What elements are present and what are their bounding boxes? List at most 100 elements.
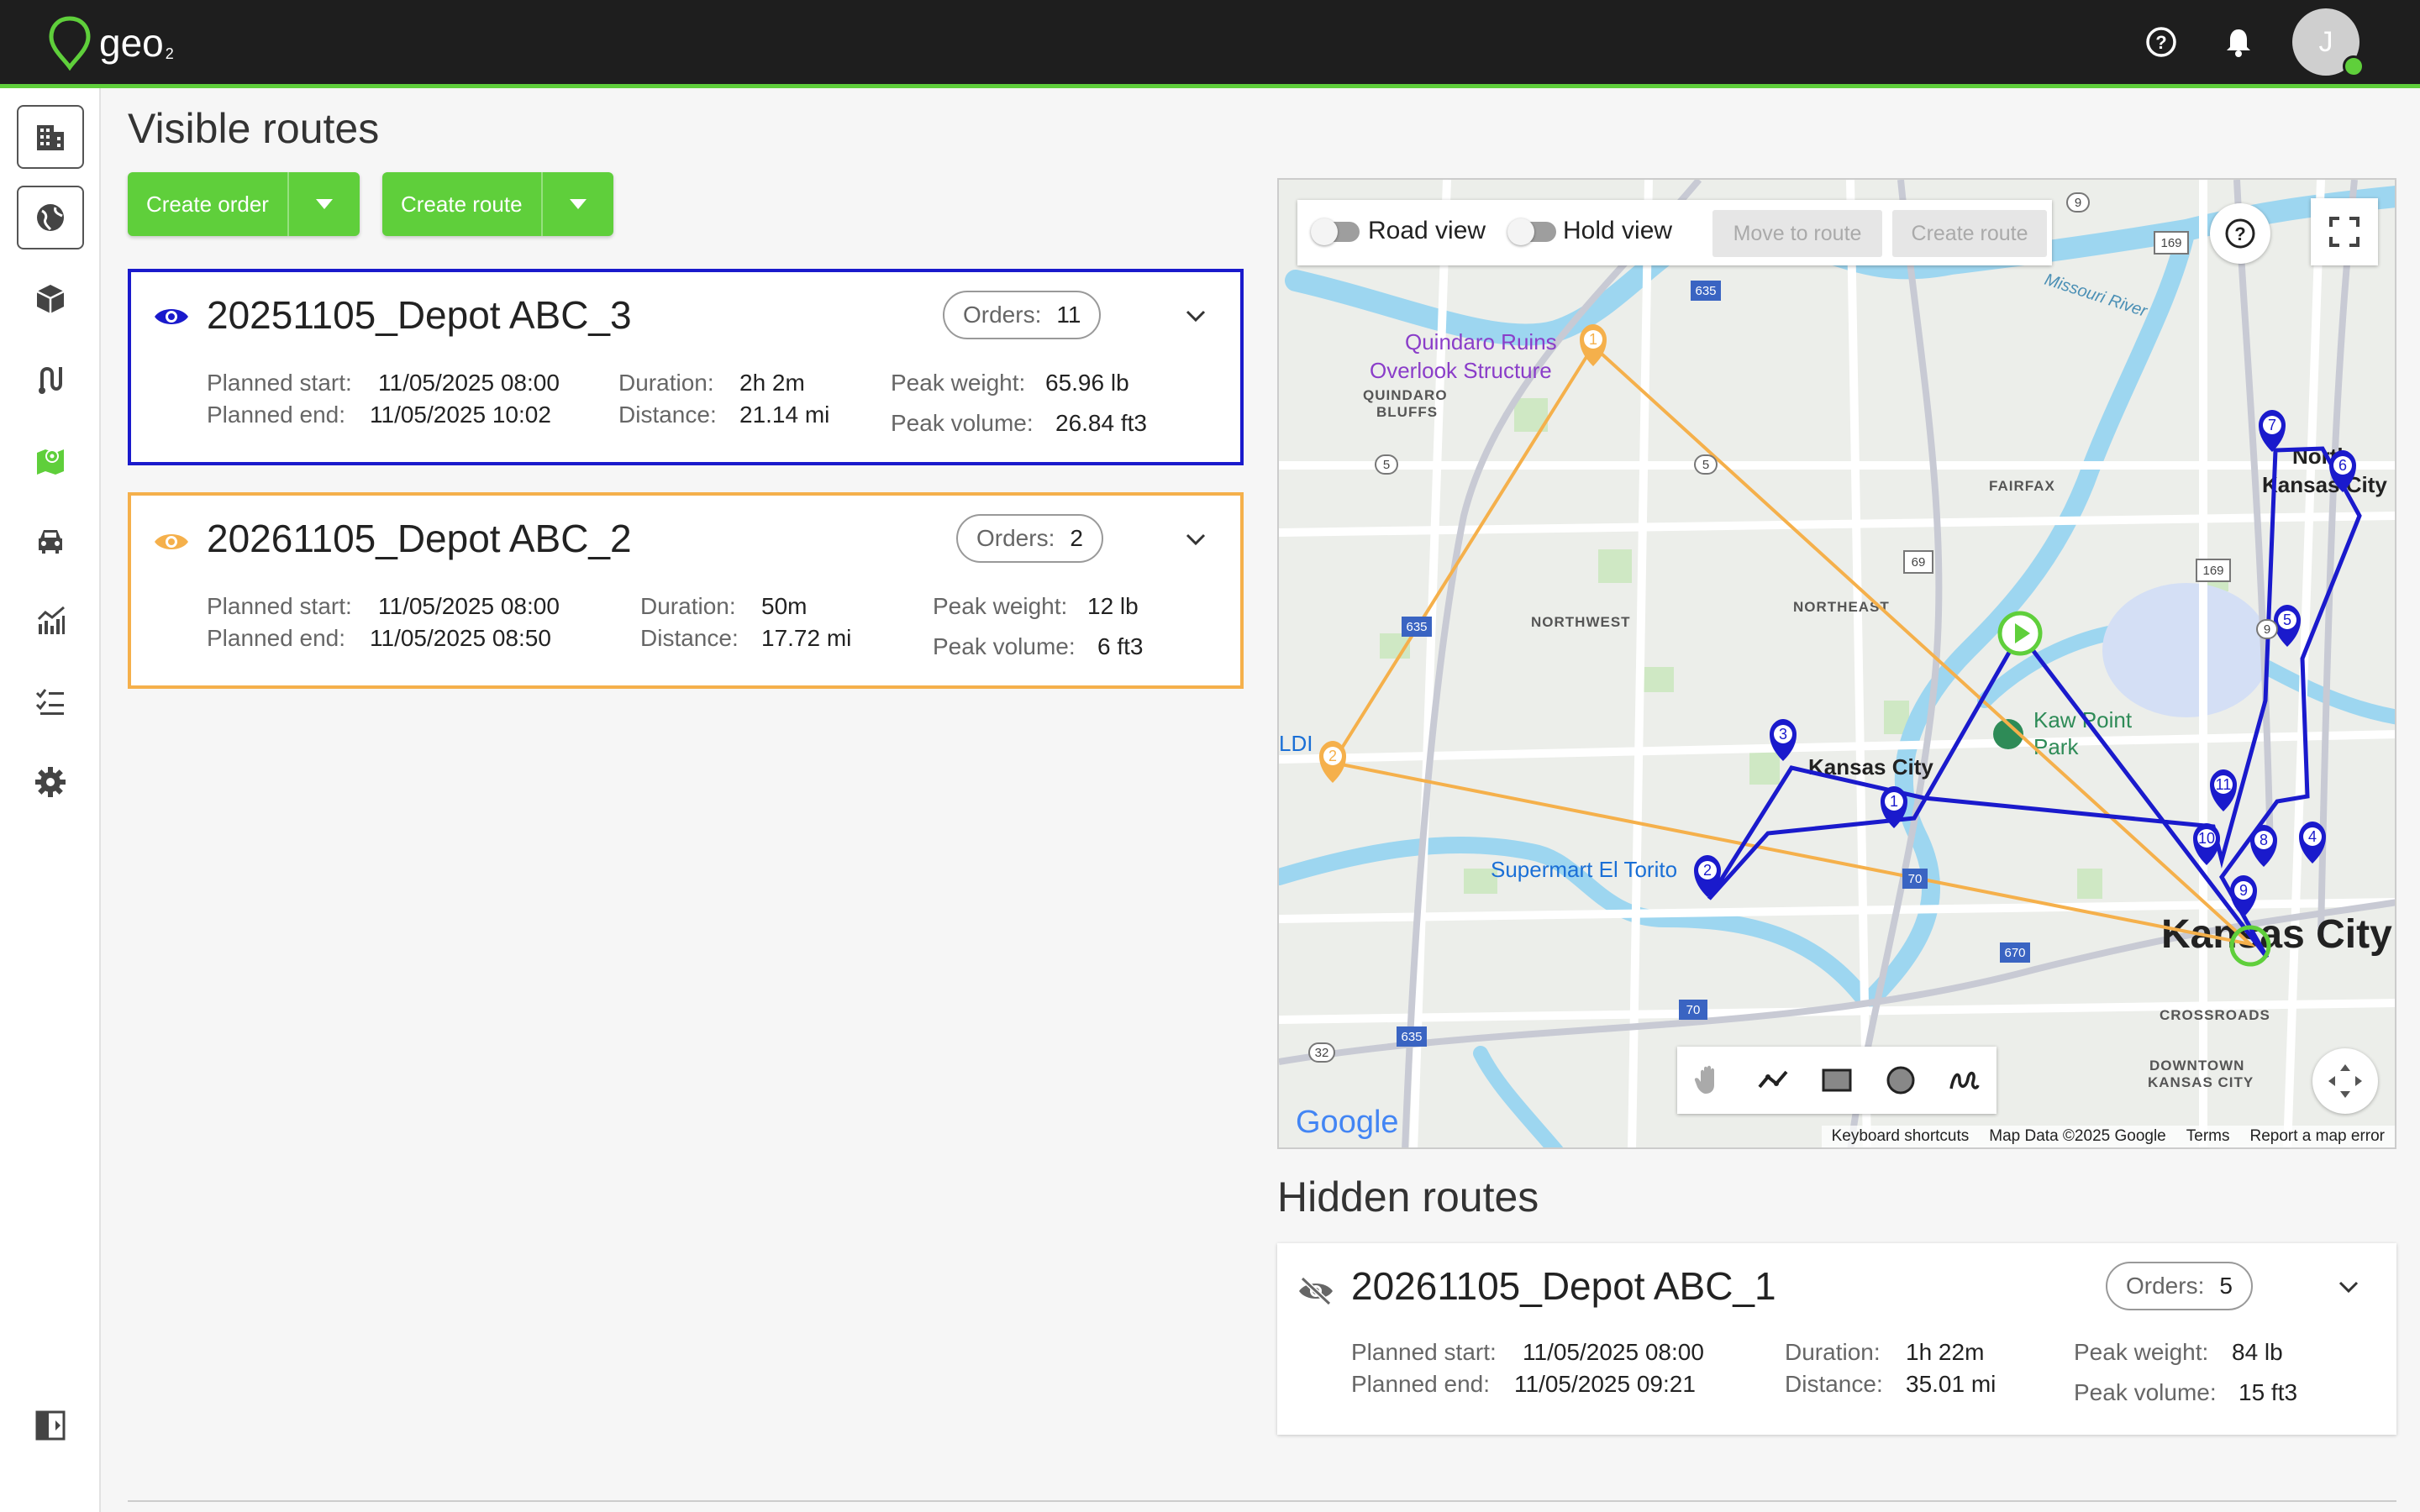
bell-icon[interactable]	[2217, 20, 2260, 64]
visible-routes-title: Visible routes	[128, 105, 380, 152]
map-help-button[interactable]: ?	[2210, 203, 2270, 264]
circle-tool[interactable]	[1869, 1047, 1933, 1114]
airport-area	[2102, 583, 2270, 717]
eye-off-icon[interactable]	[1297, 1277, 1334, 1305]
route-map[interactable]: QUINDARO BLUFFS FAIRFAX NORTHWEST NORTHE…	[1277, 178, 2396, 1149]
eye-icon[interactable]	[153, 529, 190, 554]
chevron-down-icon[interactable]	[1185, 533, 1207, 546]
svg-text:70: 70	[1686, 1003, 1701, 1017]
location-pin-icon	[49, 16, 91, 71]
caret-down-icon	[315, 199, 333, 209]
create-route-dropdown[interactable]	[543, 172, 613, 236]
peak-weight-value: 65.96 lb	[1045, 370, 1129, 396]
duration-label: Duration:	[640, 593, 736, 619]
sidebar-item-vehicles[interactable]	[17, 508, 84, 572]
circle-icon	[1886, 1066, 1915, 1095]
duration-value: 50m	[761, 593, 808, 619]
chevron-down-icon[interactable]	[1185, 309, 1207, 323]
map-marker[interactable]: 11	[2210, 769, 2237, 811]
map-label-downtown: DOWNTOWN	[2149, 1058, 2244, 1074]
eye-icon[interactable]	[153, 304, 190, 329]
map-data-text: Map Data ©2025 Google	[1989, 1127, 2166, 1145]
svg-text:1: 1	[1890, 793, 1898, 810]
map-create-route-button[interactable]: Create route	[1892, 210, 2047, 257]
map-marker[interactable]: 10	[2193, 823, 2220, 865]
svg-text:2: 2	[1328, 748, 1337, 764]
polyline-tool[interactable]	[1741, 1047, 1805, 1114]
planned-start-value: 11/05/2025 08:00	[378, 593, 560, 619]
terms-link[interactable]: Terms	[2186, 1127, 2230, 1146]
map-marker[interactable]: 5	[2274, 605, 2301, 647]
fullscreen-button[interactable]	[2311, 198, 2378, 265]
keyboard-shortcuts-link[interactable]: Keyboard shortcuts	[1832, 1127, 1970, 1146]
online-status-dot	[2343, 55, 2365, 77]
planned-end-value: 11/05/2025 10:02	[370, 402, 551, 428]
peak-weight-value: 12 lb	[1087, 593, 1139, 619]
hold-view-toggle[interactable]	[1507, 218, 1556, 245]
orders-badge: Orders: 5	[2106, 1262, 2253, 1310]
rectangle-tool[interactable]	[1805, 1047, 1869, 1114]
map-marker[interactable]: 7	[2259, 410, 2286, 452]
sidebar-item-globe[interactable]	[17, 186, 84, 249]
sidebar-item-analytics[interactable]	[17, 589, 84, 653]
recenter-button[interactable]	[2312, 1048, 2378, 1114]
planned-start-label: Planned start:	[207, 370, 352, 396]
report-error-link[interactable]: Report a map error	[2249, 1127, 2385, 1146]
map-attribution: Keyboard shortcuts Map Data ©2025 Google…	[1821, 1126, 2395, 1147]
help-circle-icon: ?	[2225, 218, 2255, 249]
map-label-north-kc-2: Kansas City	[2262, 472, 2387, 497]
svg-text:2: 2	[1703, 862, 1712, 879]
sidebar-item-tasks[interactable]	[17, 669, 84, 733]
svg-text:5: 5	[1383, 458, 1390, 472]
map-label-downtown-2: KANSAS CITY	[2148, 1074, 2254, 1090]
peak-weight-label: Peak weight:	[2074, 1339, 2209, 1365]
drawing-toolbar	[1677, 1047, 1996, 1114]
route-name: 20251105_Depot ABC_3	[207, 293, 632, 337]
map-canvas[interactable]: QUINDARO BLUFFS FAIRFAX NORTHWEST NORTHE…	[1279, 180, 2396, 1149]
distance-value: 35.01 mi	[1906, 1371, 1996, 1397]
svg-text:5: 5	[1702, 458, 1709, 472]
park-areas	[1380, 398, 2228, 899]
planned-end-value: 11/05/2025 08:50	[370, 625, 551, 651]
map-marker[interactable]: 2	[1319, 741, 1346, 783]
sidebar-item-orders[interactable]	[17, 266, 84, 330]
orders-label: Orders:	[976, 525, 1055, 551]
create-route-button[interactable]: Create route	[382, 172, 543, 236]
road-view-toggle[interactable]	[1311, 218, 1360, 245]
google-wordmark: Google	[1296, 1105, 1399, 1140]
sidebar-item-settings[interactable]	[17, 750, 84, 814]
create-order-dropdown[interactable]	[289, 172, 360, 236]
map-label-missouri-river: Missouri River	[2042, 270, 2150, 321]
create-order-button[interactable]: Create order	[128, 172, 289, 236]
sidebar-item-map[interactable]	[17, 428, 84, 491]
freehand-tool[interactable]	[1933, 1047, 1996, 1114]
logo[interactable]: geo 2	[47, 13, 174, 72]
move-to-route-button[interactable]: Move to route	[1712, 210, 1882, 257]
planned-start-label: Planned start:	[1351, 1339, 1497, 1365]
chevron-down-icon[interactable]	[2338, 1280, 2360, 1294]
depot-marker[interactable]	[1997, 611, 2043, 656]
planned-start-label: Planned start:	[207, 593, 352, 619]
route-card[interactable]: 20261105_Depot ABC_1 Orders: 5 Planned st…	[1277, 1243, 2396, 1435]
distance-label: Distance:	[640, 625, 739, 651]
sidebar-collapse-button[interactable]	[17, 1394, 84, 1457]
pan-tool[interactable]	[1677, 1047, 1741, 1114]
sidebar-item-routes[interactable]	[17, 347, 84, 411]
duration-label: Duration:	[1785, 1339, 1881, 1365]
duration-label: Duration:	[618, 370, 714, 396]
sidebar	[0, 88, 101, 1512]
route-card[interactable]: 20261105_Depot ABC_2 Orders: 2 Planned st…	[128, 492, 1244, 689]
route-icon	[39, 367, 62, 394]
peak-volume-label: Peak volume:	[933, 633, 1076, 659]
route-name: 20261105_Depot ABC_1	[1351, 1264, 1776, 1308]
map-marker[interactable]: 8	[2250, 825, 2277, 867]
sidebar-item-sites[interactable]	[17, 105, 84, 169]
hidden-routes-title: Hidden routes	[1277, 1173, 1539, 1221]
create-route-button-group: Create route	[382, 172, 613, 236]
route-card[interactable]: 20251105_Depot ABC_3 Orders: 11 Planned s…	[128, 269, 1244, 465]
peak-volume-label: Peak volume:	[2074, 1379, 2217, 1405]
help-circle-icon[interactable]: ?	[2139, 20, 2183, 64]
orders-badge: Orders: 2	[956, 514, 1103, 563]
map-label-quindaro-bluffs: QUINDARO	[1363, 387, 1448, 403]
hand-icon	[1694, 1065, 1714, 1094]
